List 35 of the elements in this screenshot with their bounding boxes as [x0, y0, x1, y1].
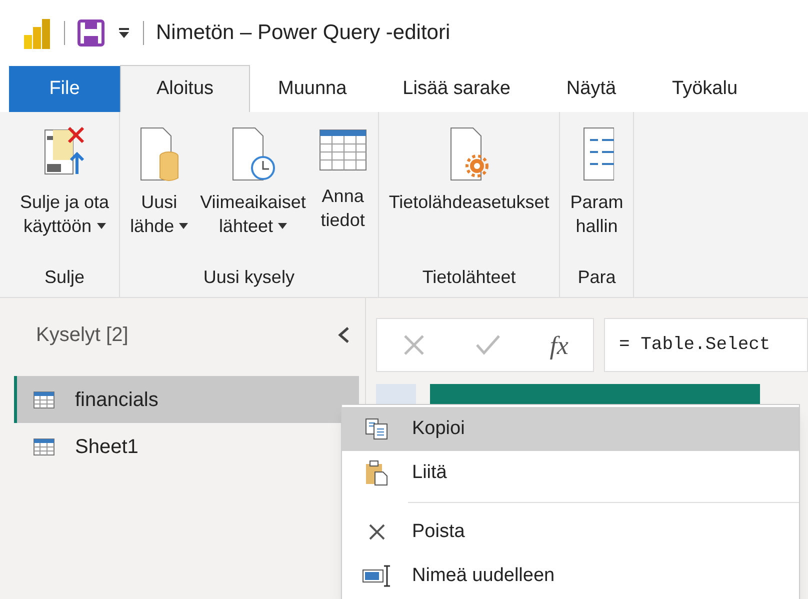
- query-item[interactable]: financials: [14, 376, 359, 423]
- file-tab[interactable]: File: [9, 66, 120, 112]
- menu-item[interactable]: Kopioi: [342, 407, 799, 451]
- ribbon-tab[interactable]: Työkalu: [644, 66, 766, 112]
- copy-icon: [365, 418, 389, 440]
- group-label: Uusi kysely: [203, 266, 294, 289]
- group-label: Sulje: [44, 266, 85, 289]
- bar-chart-logo-icon: [24, 17, 52, 49]
- ribbon-button[interactable]: Viimeaikaiset lähteet: [196, 126, 310, 264]
- ribbon-button[interactable]: Sulje ja ota käyttöön: [16, 126, 114, 264]
- table-icon: [33, 438, 55, 456]
- menu-item[interactable]: Nimeä uudelleen: [342, 554, 799, 598]
- ribbon-tab[interactable]: Näytä: [538, 66, 644, 112]
- ribbon-button[interactable]: Param hallin: [566, 126, 628, 264]
- ribbon-button[interactable]: Anna tiedot: [314, 126, 372, 264]
- ribbon-tab[interactable]: Lisää sarake: [374, 66, 538, 112]
- formula-field[interactable]: = Table.Select: [604, 318, 808, 372]
- pane-title: Kyselyt [2]: [36, 323, 128, 348]
- menu-item[interactable]: Poista: [342, 510, 799, 554]
- group-label: Tietolähteet: [422, 266, 516, 289]
- save-icon[interactable]: [77, 19, 105, 47]
- caret-icon[interactable]: [117, 26, 131, 40]
- ribbon-button[interactable]: Uusi lähde: [126, 126, 192, 264]
- ribbon-button[interactable]: Tietolähdeasetukset: [384, 126, 554, 264]
- function-button[interactable]: fx: [550, 326, 568, 364]
- ribbon-tab[interactable]: Aloitus: [120, 65, 250, 112]
- clipboard-icon: [365, 460, 389, 486]
- delete-icon: [367, 522, 387, 542]
- ribbon-tab[interactable]: Muunna: [250, 66, 375, 112]
- group-label: Para: [578, 266, 616, 289]
- collapse-icon[interactable]: [337, 326, 351, 344]
- check-icon[interactable]: [474, 333, 501, 357]
- window-title: Nimetön – Power Query -editori: [156, 20, 450, 46]
- rename-icon: [362, 564, 392, 588]
- table-icon: [33, 390, 55, 408]
